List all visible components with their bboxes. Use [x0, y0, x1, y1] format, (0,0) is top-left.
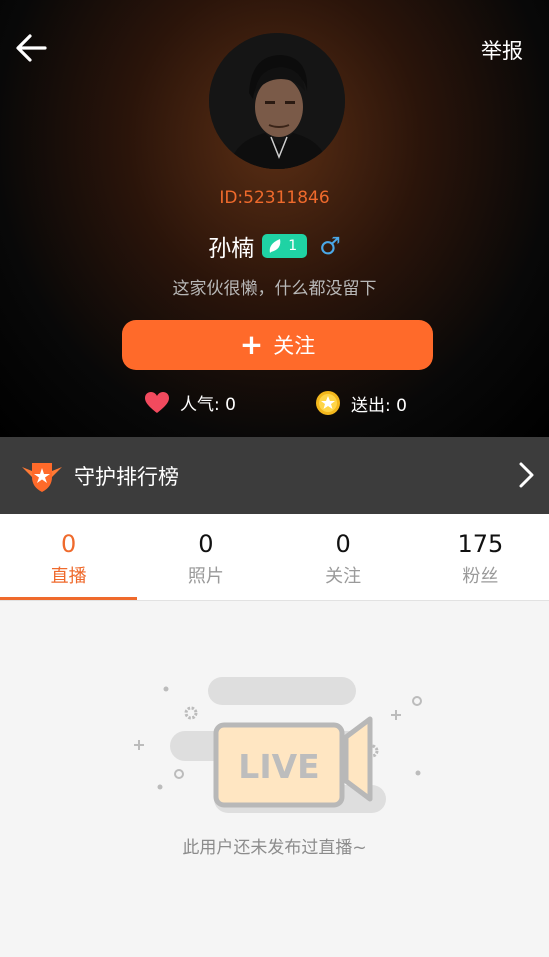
back-arrow-icon[interactable]: [14, 32, 48, 64]
user-bio: 这家伙很懒，什么都没留下: [172, 279, 377, 299]
tab-count: 0: [198, 530, 214, 558]
tab-fans[interactable]: 175 粉丝: [412, 514, 549, 600]
user-id: ID:52311846: [219, 188, 330, 208]
guard-ranking-label: 守护排行榜: [74, 464, 179, 489]
avatar: [209, 33, 345, 169]
tab-label: 粉丝: [462, 566, 499, 587]
shield-star-icon: [22, 462, 62, 492]
tab-count: 0: [335, 530, 351, 558]
tab-label: 直播: [50, 566, 87, 587]
plus-icon: +: [239, 328, 264, 361]
empty-message: 此用户还未发布过直播~: [182, 838, 367, 858]
stats-row: 人气: 0 送出: 0: [0, 390, 549, 418]
tab-count: 0: [60, 530, 77, 558]
level-badge: 1: [262, 234, 308, 258]
chevron-right-icon: [519, 462, 534, 488]
follow-label: 关注: [273, 334, 316, 358]
sent-text: 送出: 0: [351, 395, 407, 416]
tab-photos[interactable]: 0 照片: [137, 514, 274, 600]
live-camera-icon: LIVE: [134, 677, 422, 813]
sent-stat: 送出: 0: [315, 390, 407, 416]
guard-ranking-row[interactable]: 守护排行榜: [0, 437, 549, 514]
live-text: LIVE: [238, 747, 319, 786]
level-number: 1: [288, 238, 298, 254]
user-name: 孙楠: [208, 236, 255, 262]
follow-button[interactable]: + 关注: [122, 320, 433, 370]
profile-header: 举报 ID:52311846 孙楠 1 ♂ 这家伙很懒，什么都没留下 + 关注: [0, 0, 549, 437]
tab-count: 175: [457, 530, 504, 558]
tab-label: 照片: [187, 566, 224, 587]
male-icon: ♂: [319, 232, 341, 260]
tab-live[interactable]: 0 直播: [0, 514, 138, 600]
popularity-stat: 人气: 0: [144, 390, 236, 415]
popularity-text: 人气: 0: [180, 395, 236, 415]
profile-tabs: 0 直播 0 照片 0 关注 175 粉丝: [0, 514, 549, 601]
leaf-icon: [269, 239, 281, 253]
tab-following[interactable]: 0 关注: [275, 514, 412, 600]
heart-icon: [145, 391, 169, 413]
name-row: 孙楠 1 ♂: [0, 229, 549, 263]
coin-star-icon: [316, 391, 340, 415]
tab-label: 关注: [325, 566, 362, 587]
report-button[interactable]: 举报: [481, 35, 523, 65]
empty-state: LIVE 此用户还未发布过直播~: [0, 601, 549, 957]
